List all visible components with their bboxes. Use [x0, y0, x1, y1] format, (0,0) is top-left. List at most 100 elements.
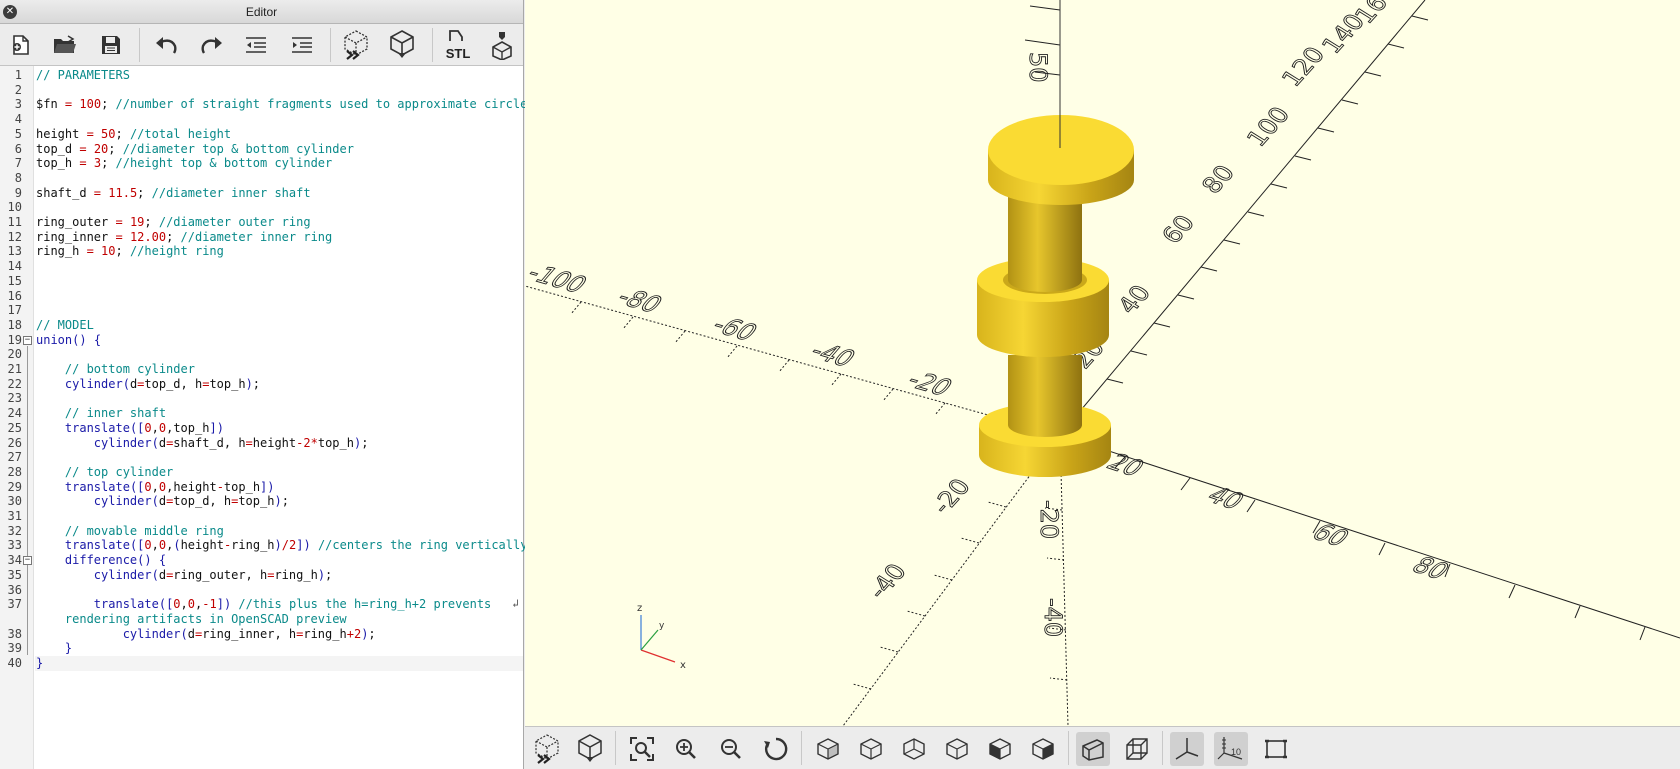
line-number: 13: [7, 244, 22, 259]
code-line: }: [36, 656, 44, 670]
fold-toggle[interactable]: −: [23, 556, 32, 566]
code-line: cylinder(d=ring_inner, h=ring_h+2);: [122, 626, 376, 641]
toolbar-separator: [1068, 731, 1069, 765]
line-number: 30: [7, 494, 22, 509]
line-number: 36: [7, 582, 22, 597]
line-number: 26: [7, 435, 22, 450]
save-icon[interactable]: [95, 29, 127, 61]
view-front-icon[interactable]: [983, 732, 1017, 766]
axes: [525, 0, 1680, 726]
viewport-canvas: -100-80-60-40-20 20406080 20406080100120…: [525, 0, 1680, 726]
line-number: 8: [14, 170, 22, 185]
reset-view-icon[interactable]: [759, 732, 793, 766]
lower-shaft: [1008, 355, 1082, 437]
line-number: 39: [7, 641, 22, 656]
stl-label: STL: [446, 46, 471, 61]
code-line: translate([0,0,top_h]): [64, 420, 224, 435]
view-toolbar: 10: [525, 726, 1680, 769]
preview-icon[interactable]: [530, 732, 564, 766]
show-scale-markers-icon[interactable]: 10: [1214, 732, 1248, 766]
toolbar-separator: [801, 731, 802, 765]
toolbar-separator: [139, 28, 140, 62]
line-number: 12: [7, 229, 22, 244]
view-right-icon[interactable]: [811, 732, 845, 766]
line-number: 7: [14, 156, 22, 171]
line-number: 29: [7, 479, 22, 494]
code-line: translate([0,0,height-top_h]): [64, 479, 275, 494]
redo-icon[interactable]: [196, 29, 228, 61]
code-line: ring_inner = 12.00; //diameter inner rin…: [36, 229, 333, 244]
perspective-icon[interactable]: [1076, 732, 1110, 766]
toolbar-separator: [330, 28, 331, 62]
line-number: 32: [7, 523, 22, 538]
mini-axes-indicator: x z y: [637, 603, 686, 671]
view-back-icon[interactable]: [1026, 732, 1060, 766]
orthogonal-icon[interactable]: [1120, 732, 1154, 766]
wrap-marker-icon: ↲: [512, 597, 519, 611]
preview-icon[interactable]: [340, 29, 372, 61]
code-line: top_h = 3; //height top & bottom cylinde…: [36, 156, 333, 171]
axis-tick-label: 120: [1276, 42, 1331, 91]
fold-toggle[interactable]: −: [23, 335, 32, 345]
line-number: 4: [14, 112, 22, 127]
line-number: 2: [14, 82, 22, 97]
toolbar-separator: [615, 731, 616, 765]
code-line: // top cylinder: [64, 464, 174, 479]
code-line: // bottom cylinder: [64, 362, 195, 376]
new-file-icon[interactable]: [5, 29, 37, 61]
line-number: 18: [7, 317, 22, 332]
axis-tick-label: 40: [1112, 281, 1156, 319]
code-line: union() {: [36, 332, 102, 347]
code-line: translate([0,0,(height-ring_h)/2]) //cen…: [64, 538, 528, 553]
show-axes-icon[interactable]: [1170, 732, 1204, 766]
show-edges-icon[interactable]: [1259, 732, 1293, 766]
view-all-icon[interactable]: [625, 732, 659, 766]
editor-toolbar: STL: [0, 24, 523, 66]
axis-tick-label: -20: [926, 474, 976, 518]
code-line: cylinder(d=top_d, h=top_h);: [64, 376, 261, 391]
code-line: // movable middle ring: [64, 523, 224, 538]
open-folder-icon[interactable]: [49, 29, 81, 61]
code-editor[interactable]: 1 2 3 4 5 6 7 8 9 10 11 12 13 14 15 16 17 18 19 20 21 22 23 24 2…: [0, 66, 527, 769]
indent-icon[interactable]: [286, 29, 318, 61]
line-number: 21: [7, 362, 22, 376]
send-to-3d-print-icon[interactable]: [486, 29, 518, 61]
code-line: // MODEL: [36, 317, 94, 332]
render-icon[interactable]: [386, 29, 418, 61]
line-number: 35: [7, 567, 22, 582]
view-top-icon[interactable]: [854, 732, 888, 766]
code-line: cylinder(d=ring_outer, h=ring_h);: [93, 567, 333, 582]
line-number: 28: [7, 464, 22, 479]
z-axis-negative: [1059, 434, 1069, 726]
axis-tick-label: 60: [1306, 519, 1356, 551]
line-number: 9: [14, 185, 22, 200]
code-line: height = 50; //total height: [36, 126, 232, 141]
view-bottom-icon[interactable]: [897, 732, 931, 766]
undo-icon[interactable]: [150, 29, 182, 61]
x-axis: [1059, 434, 1680, 639]
axis-tick-label: -60: [706, 312, 764, 346]
fold-guide: [27, 566, 28, 641]
line-number: 27: [7, 450, 22, 465]
y-axis: [1059, 0, 1426, 436]
view-left-icon[interactable]: [940, 732, 974, 766]
editor-panel: ✕ Editor STL 1 2 3 4 5 6 7 8 9 10 11 12 …: [0, 0, 527, 769]
render-icon[interactable]: [573, 732, 607, 766]
3d-viewport[interactable]: -100 -80 -60 -40 -20 20 40 60 80 20 40 60 80 100 120…: [525, 0, 1680, 726]
line-number: 38: [7, 626, 22, 641]
line-number: 25: [7, 420, 22, 435]
axis-tick-label: -20: [1035, 500, 1063, 539]
code-line: cylinder(d=shaft_d, h=height-2*top_h);: [93, 435, 369, 450]
export-stl-icon[interactable]: STL: [440, 29, 476, 61]
axis-tick-label: -100: [525, 260, 593, 298]
zoom-in-icon[interactable]: [669, 732, 703, 766]
axis-tick-label: 40: [1201, 482, 1251, 514]
line-number: 34: [7, 553, 22, 568]
mini-axis-x-label: x: [680, 660, 686, 671]
code-line: ring_outer = 19; //diameter outer ring: [36, 215, 311, 229]
axis-tick-label: -20: [901, 367, 959, 401]
code-line: $fn = 100; //number of straight fragment…: [36, 97, 528, 112]
toolbar-separator: [1162, 731, 1163, 765]
unindent-icon[interactable]: [240, 29, 272, 61]
zoom-out-icon[interactable]: [714, 732, 748, 766]
